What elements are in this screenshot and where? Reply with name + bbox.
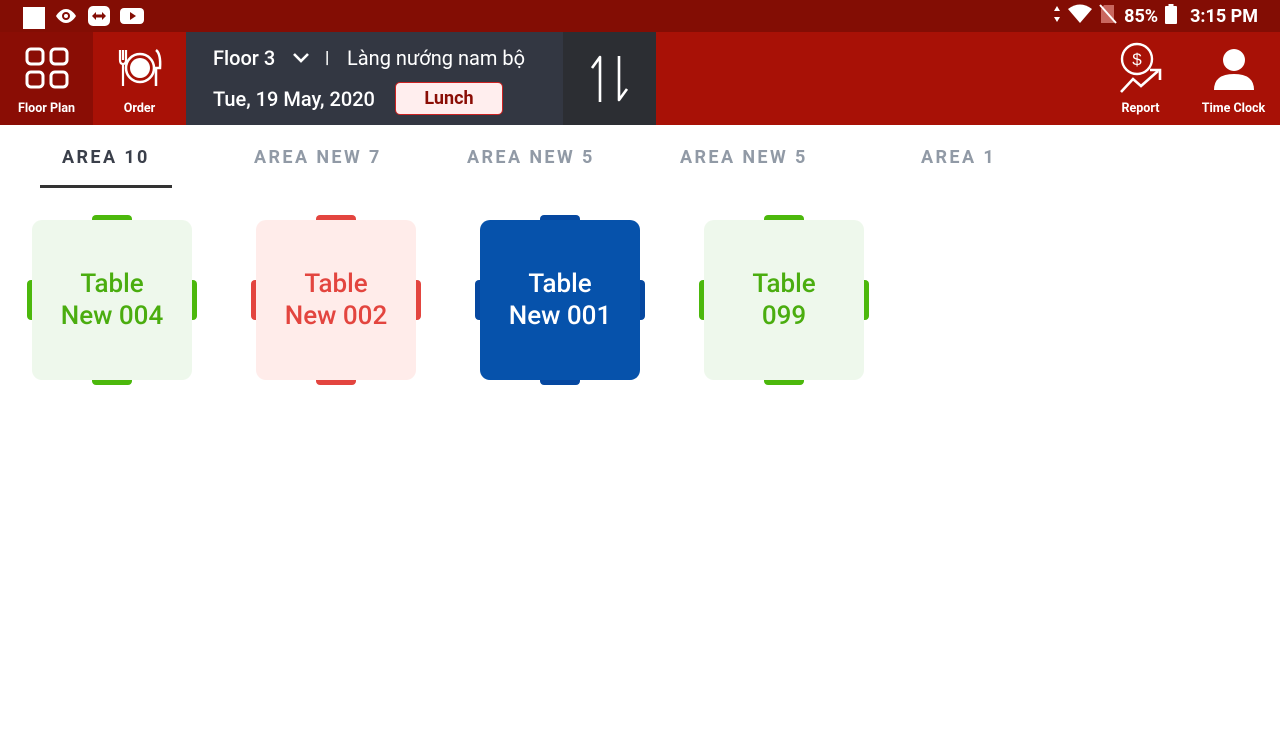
table-label: Table	[80, 269, 144, 299]
tab-area-1[interactable]: AREA 1	[921, 147, 996, 168]
tab-area-new-5-second[interactable]: AREA NEW 5	[680, 147, 808, 168]
order-button[interactable]: Order	[93, 32, 186, 125]
table-new-002[interactable]: Table New 002	[251, 215, 421, 385]
status-bar: 85% 3:15 PM	[0, 0, 1280, 32]
tab-area-10[interactable]: AREA 10	[62, 147, 150, 168]
notification-icons	[23, 5, 144, 31]
table-number: New 001	[508, 301, 612, 331]
restaurant-name: Làng nướng nam bộ	[347, 46, 526, 70]
floor-info-panel: Floor 3 | Làng nướng nam bộ Tue, 19 May,…	[186, 32, 563, 125]
wifi-icon	[1068, 4, 1093, 29]
clock-time: 3:15 PM	[1190, 5, 1258, 27]
active-tab-indicator	[40, 185, 172, 188]
report-chart-icon: $	[1119, 42, 1161, 93]
sort-button[interactable]	[563, 32, 656, 125]
table-label: Table	[752, 269, 816, 299]
table-number: New 002	[284, 301, 388, 331]
area-tabs: AREA 10 AREA NEW 7 AREA NEW 5 AREA NEW 5…	[0, 125, 1280, 189]
order-label: Order	[123, 101, 156, 116]
youtube-icon	[120, 7, 144, 29]
teamviewer-icon	[87, 5, 111, 31]
battery-icon	[1165, 3, 1178, 29]
report-button[interactable]: $ Report	[1094, 32, 1187, 125]
chevron-down-icon[interactable]	[291, 50, 311, 70]
table-number: New 004	[60, 301, 164, 331]
tab-area-new-5[interactable]: AREA NEW 5	[467, 147, 595, 168]
date-label: Tue, 19 May, 2020	[213, 87, 375, 111]
svg-text:$: $	[1132, 50, 1142, 69]
app-bar: Floor Plan Order Floor 3 | Làng nướng na…	[0, 32, 1280, 125]
user-icon	[1213, 49, 1254, 90]
system-status: 85% 3:15 PM	[1053, 3, 1258, 29]
table-body: Table New 002	[256, 220, 416, 380]
notification-square-icon	[23, 7, 45, 29]
floor-plan-button[interactable]: Floor Plan	[0, 32, 93, 125]
no-sim-icon	[1099, 3, 1117, 29]
time-clock-button[interactable]: Time Clock	[1187, 32, 1280, 125]
table-body: Table New 004	[32, 220, 192, 380]
time-clock-label: Time Clock	[1201, 101, 1266, 116]
sort-arrows-icon	[590, 55, 629, 102]
floor-plan-grid-icon	[25, 47, 68, 89]
floor-plan-label: Floor Plan	[17, 101, 76, 116]
table-body: Table New 001	[480, 220, 640, 380]
report-label: Report	[1121, 101, 1160, 116]
plate-cutlery-icon	[118, 49, 161, 86]
meal-period-button[interactable]: Lunch	[395, 82, 503, 115]
floor-selector[interactable]: Floor 3	[213, 46, 275, 70]
table-number: 099	[761, 301, 807, 331]
table-099[interactable]: Table 099	[699, 215, 869, 385]
table-new-001[interactable]: Table New 001	[475, 215, 645, 385]
table-new-004[interactable]: Table New 004	[27, 215, 197, 385]
separator: |	[325, 48, 330, 68]
eye-icon	[54, 7, 78, 29]
data-arrows-icon	[1053, 5, 1061, 28]
table-label: Table	[528, 269, 592, 299]
battery-percent: 85%	[1124, 5, 1159, 27]
table-body: Table 099	[704, 220, 864, 380]
tab-area-new-7[interactable]: AREA NEW 7	[254, 147, 382, 168]
table-label: Table	[304, 269, 368, 299]
